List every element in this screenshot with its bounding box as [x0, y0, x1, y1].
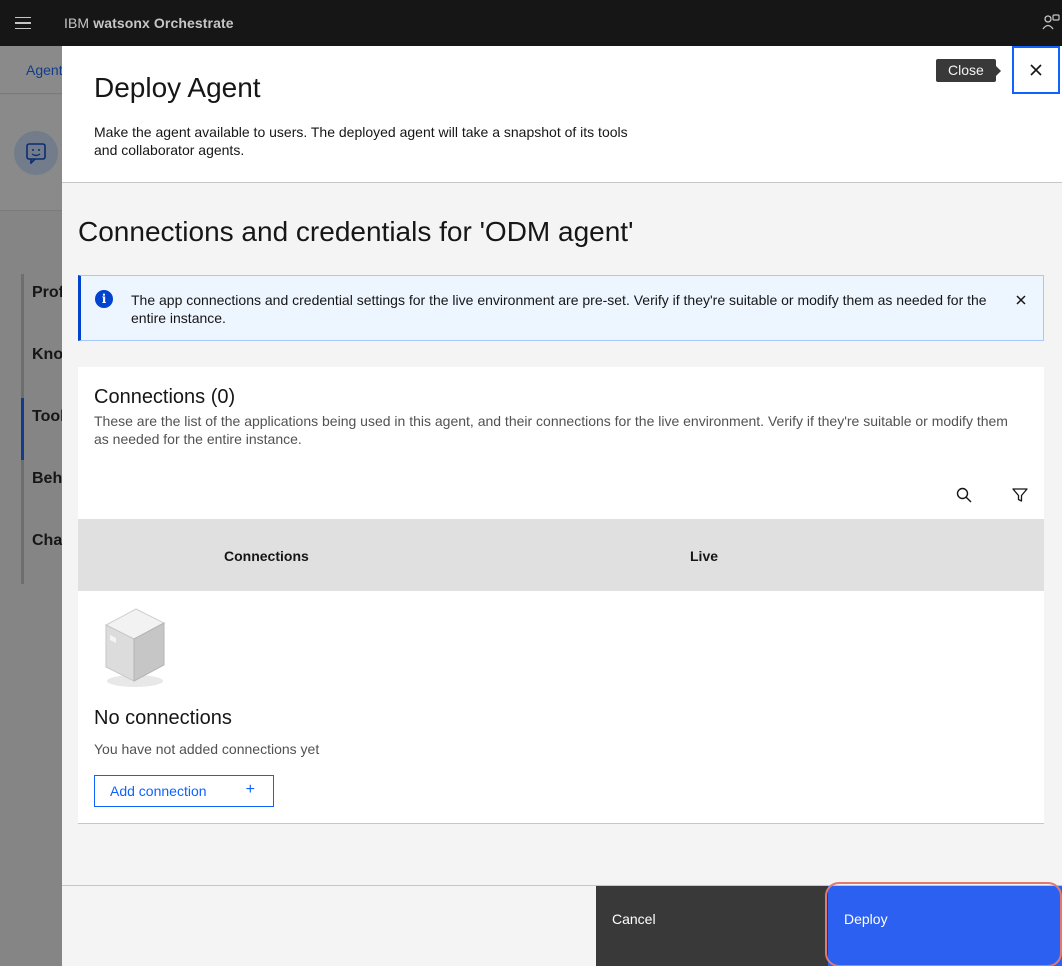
close-tooltip: Close — [936, 59, 1001, 82]
column-header-connections[interactable]: Connections — [224, 548, 309, 564]
cancel-button[interactable]: Cancel — [596, 886, 828, 966]
section-title: Connections and credentials for 'ODM age… — [78, 216, 634, 247]
close-icon — [1030, 64, 1042, 76]
empty-state-description: You have not added connections yet — [94, 741, 320, 757]
brand-name: watsonx Orchestrate — [93, 15, 234, 31]
hamburger-menu-button[interactable] — [0, 0, 46, 46]
add-connection-button[interactable]: Add connection + — [94, 775, 274, 807]
panel-description: Make the agent available to users. The d… — [94, 124, 628, 158]
filter-icon[interactable] — [1010, 485, 1030, 505]
info-icon: i — [95, 290, 113, 308]
top-header: IBM watsonx Orchestrate — [0, 0, 1062, 46]
connections-description: These are the list of the applications b… — [94, 413, 1008, 447]
connections-title: Connections (0) — [94, 386, 236, 408]
add-connection-label: Add connection — [110, 783, 207, 799]
panel-header: Deploy Agent Make the agent available to… — [62, 46, 1062, 183]
deploy-button[interactable]: Deploy — [828, 886, 1062, 966]
empty-state-title: No connections — [94, 707, 232, 729]
info-notification: i The app connections and credential set… — [78, 275, 1044, 341]
plus-icon: + — [245, 781, 255, 798]
column-header-live[interactable]: Live — [690, 548, 718, 564]
search-icon[interactable] — [954, 485, 974, 505]
close-button[interactable] — [1012, 46, 1060, 94]
user-chat-icon[interactable] — [1042, 13, 1060, 31]
empty-box-illustration — [104, 608, 166, 687]
brand-prefix: IBM — [64, 15, 90, 31]
deploy-agent-panel: Deploy Agent Make the agent available to… — [62, 46, 1062, 966]
panel-title: Deploy Agent — [94, 72, 261, 103]
app-brand: IBM watsonx Orchestrate — [64, 15, 234, 31]
connections-card: Connections (0) These are the list of th… — [78, 367, 1044, 824]
notification-close-icon[interactable] — [1013, 292, 1029, 308]
menu-icon — [15, 15, 31, 32]
panel-footer: Cancel Deploy — [62, 882, 1062, 966]
table-header: Connections Live — [78, 519, 1044, 591]
notification-text: The app connections and credential setti… — [131, 292, 987, 326]
